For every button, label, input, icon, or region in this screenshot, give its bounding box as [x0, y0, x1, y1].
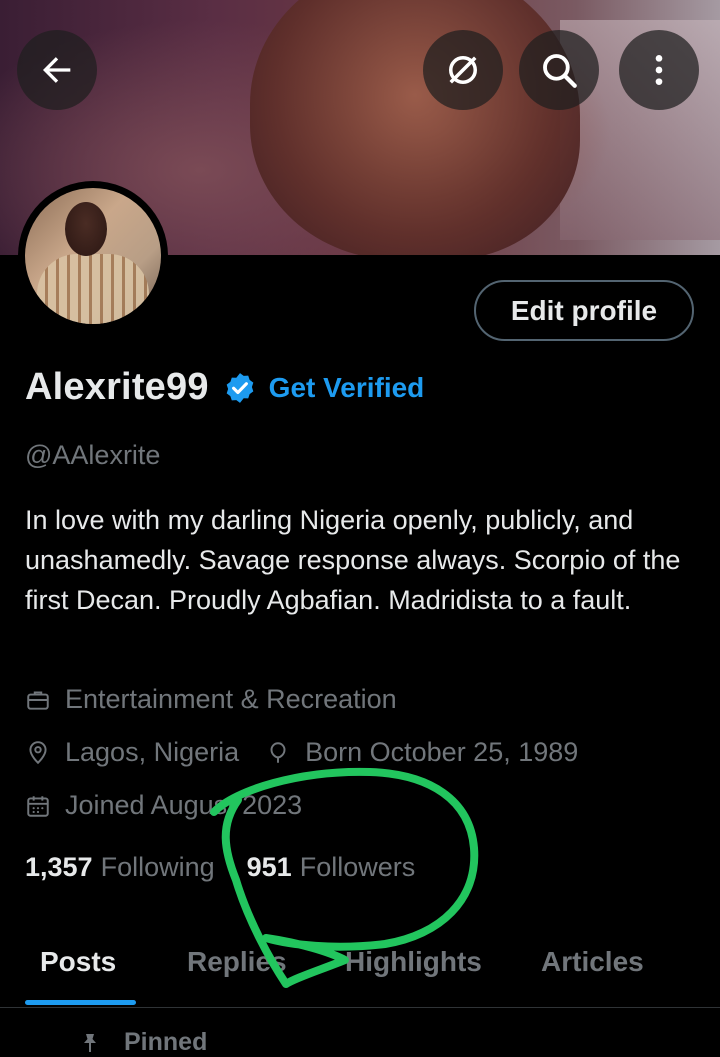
following-link[interactable]: 1,357 Following: [25, 852, 215, 883]
tab-highlights[interactable]: Highlights: [345, 946, 482, 978]
search-button[interactable]: [519, 30, 599, 110]
back-button[interactable]: [17, 30, 97, 110]
joined-row: Joined August 2023: [25, 790, 302, 821]
following-label: Following: [100, 852, 215, 882]
slashed-circle-icon: [449, 56, 477, 84]
tab-posts[interactable]: Posts: [40, 946, 116, 978]
follow-stats: 1,357 Following 951 Followers: [25, 852, 415, 883]
more-vertical-icon: [655, 55, 663, 85]
location-birthday-row: Lagos, Nigeria Born October 25, 1989: [25, 737, 578, 768]
tab-articles[interactable]: Articles: [541, 946, 644, 978]
balloon-icon: [270, 741, 286, 763]
pinned-label: Pinned: [124, 1028, 208, 1056]
location-text: Lagos, Nigeria: [65, 737, 240, 767]
location-pin-icon: [29, 740, 47, 764]
banner-photo: [250, 0, 580, 255]
pinned-indicator: Pinned: [78, 1028, 207, 1057]
edit-profile-button[interactable]: Edit profile: [474, 280, 694, 341]
avatar-photo: [25, 188, 161, 324]
active-tab-indicator: [25, 1000, 136, 1005]
following-count: 1,357: [25, 852, 93, 882]
category-row: Entertainment & Recreation: [25, 684, 397, 715]
calendar-icon: [27, 795, 49, 817]
tabs-divider: [0, 1007, 720, 1008]
more-button[interactable]: [619, 30, 699, 110]
category-text: Entertainment & Recreation: [65, 684, 397, 714]
display-name: Alexrite99: [25, 366, 209, 408]
hide-button[interactable]: [423, 30, 503, 110]
search-icon: [543, 54, 577, 88]
get-verified-link[interactable]: Get Verified: [269, 372, 425, 404]
pin-icon: [84, 1033, 96, 1052]
followers-label: Followers: [299, 852, 416, 882]
tab-replies[interactable]: Replies: [187, 946, 287, 978]
joined-text: Joined August 2023: [65, 790, 303, 820]
bio: In love with my darling Nigeria openly, …: [25, 505, 681, 615]
avatar[interactable]: [18, 181, 168, 331]
verified-badge-icon: [226, 372, 253, 403]
followers-link[interactable]: 951 Followers: [247, 852, 416, 883]
followers-count: 951: [246, 852, 292, 882]
name-row: Alexrite99 Get Verified: [25, 366, 424, 409]
briefcase-icon: [27, 690, 49, 710]
birthday-text: Born October 25, 1989: [305, 737, 579, 767]
user-handle: @AAlexrite: [25, 440, 161, 470]
arrow-left-icon: [43, 57, 71, 83]
profile-tabs: Posts Replies Highlights Articles: [0, 936, 720, 1006]
